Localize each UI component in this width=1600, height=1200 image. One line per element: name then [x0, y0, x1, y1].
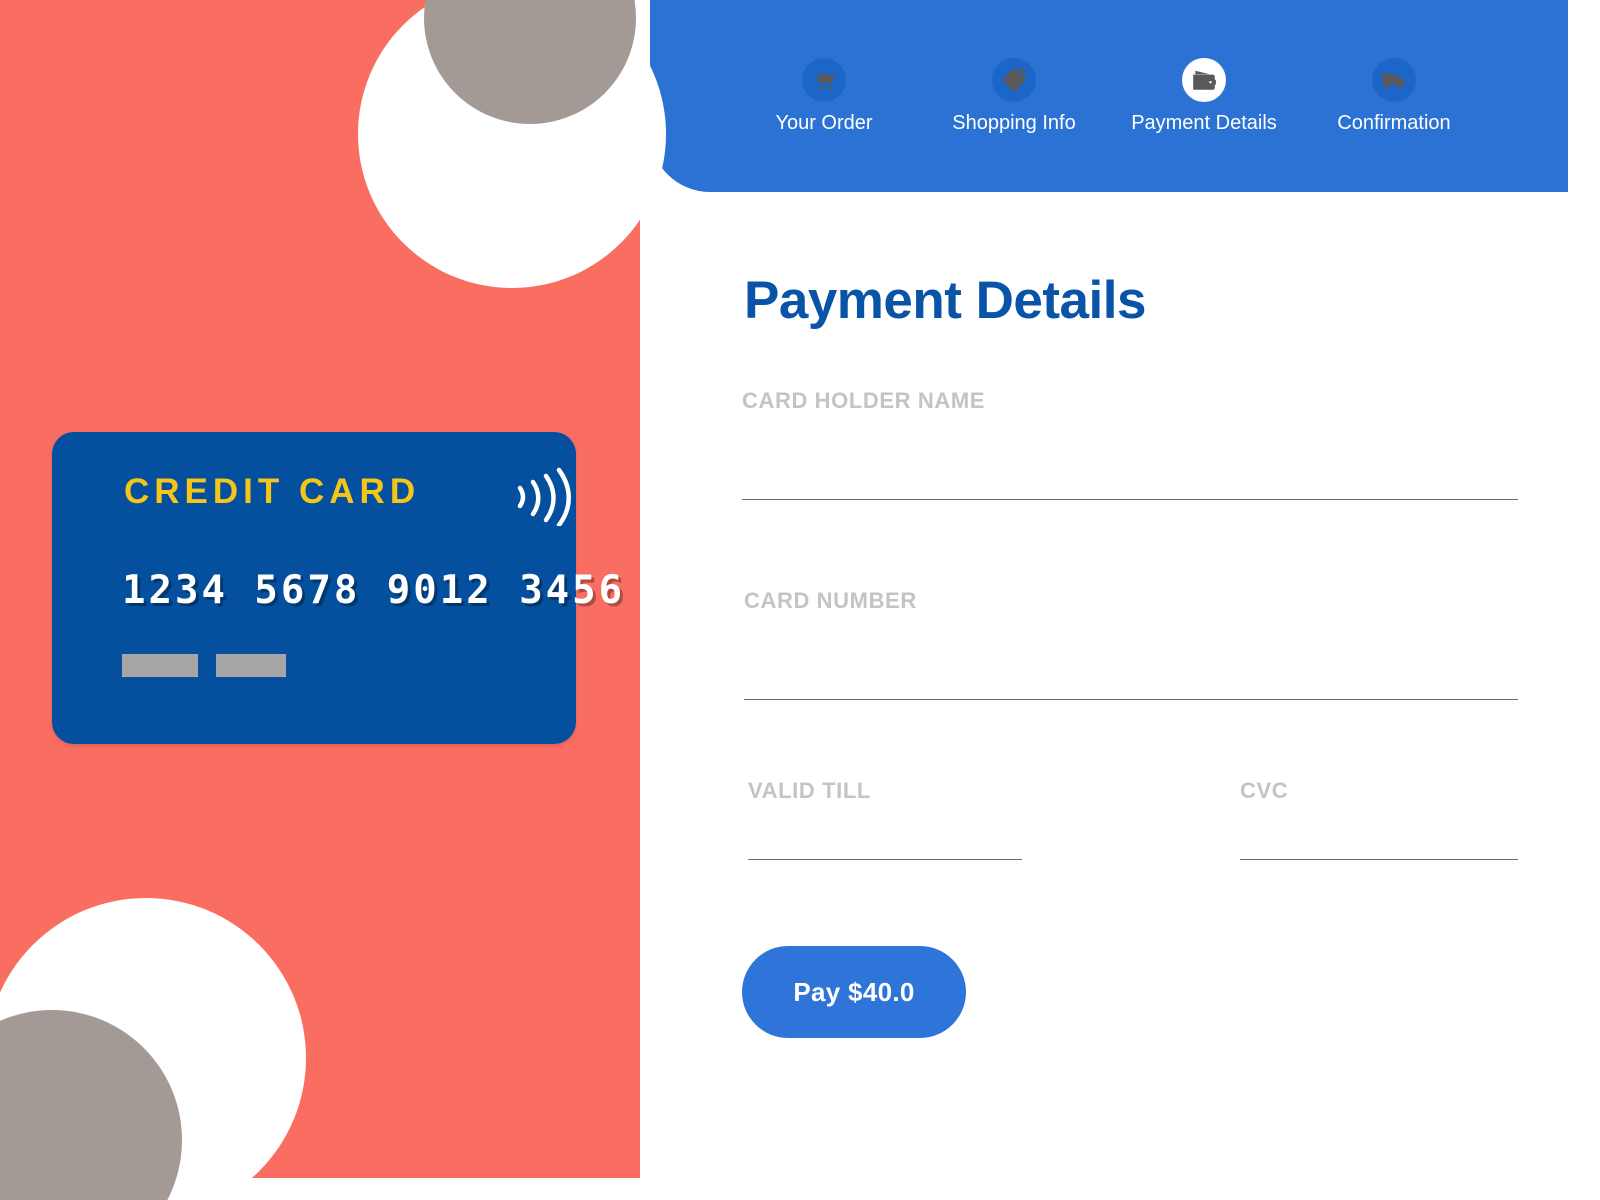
- step-label: Your Order: [775, 111, 873, 134]
- step-label: Payment Details: [1131, 111, 1277, 134]
- step-shopping-info[interactable]: Shopping Info: [919, 57, 1109, 135]
- card-holder-name-label: CARD HOLDER NAME: [742, 388, 986, 413]
- price-tag-icon: [992, 57, 1036, 102]
- contactless-nfc-icon: [504, 464, 576, 528]
- card-holder-name-input[interactable]: [742, 414, 1518, 500]
- pay-button[interactable]: Pay $40.0: [742, 946, 966, 1038]
- card-number-label: CARD NUMBER: [744, 588, 917, 613]
- card-number-input[interactable]: [744, 614, 1518, 700]
- step-label: Confirmation: [1337, 111, 1451, 134]
- valid-till-input[interactable]: [748, 804, 1022, 860]
- checkout-screen: CREDIT CARD 1234 5678 9012 3456 Your Ord…: [0, 0, 1600, 1200]
- field-valid-till: VALID TILL: [748, 778, 1022, 860]
- card-placeholder-bars: [122, 654, 286, 677]
- credit-card-graphic: CREDIT CARD 1234 5678 9012 3456: [52, 432, 622, 744]
- card-number-display: 1234 5678 9012 3456: [122, 568, 626, 613]
- card-bar-right: [216, 654, 286, 677]
- cvc-input[interactable]: [1240, 804, 1518, 860]
- step-your-order[interactable]: Your Order: [729, 57, 919, 135]
- field-card-holder-name: CARD HOLDER NAME: [742, 388, 1518, 500]
- field-card-number: CARD NUMBER: [744, 588, 1518, 700]
- shopping-cart-icon: [802, 57, 846, 102]
- card-brand-label: CREDIT CARD: [124, 472, 421, 511]
- payment-form-panel: Payment Details CARD HOLDER NAME CARD NU…: [650, 192, 1568, 1180]
- field-cvc: CVC: [1240, 778, 1518, 860]
- delivery-truck-icon: [1372, 57, 1416, 102]
- page-title: Payment Details: [744, 271, 1146, 330]
- wallet-icon: [1182, 57, 1226, 102]
- step-payment-details[interactable]: Payment Details: [1109, 57, 1299, 135]
- step-label: Shopping Info: [952, 111, 1076, 134]
- step-confirmation[interactable]: Confirmation: [1299, 57, 1489, 135]
- cvc-label: CVC: [1240, 778, 1289, 803]
- checkout-stepper: Your Order Shopping Info Payment Details…: [650, 0, 1568, 192]
- valid-till-label: VALID TILL: [748, 778, 871, 803]
- card-bar-left: [122, 654, 198, 677]
